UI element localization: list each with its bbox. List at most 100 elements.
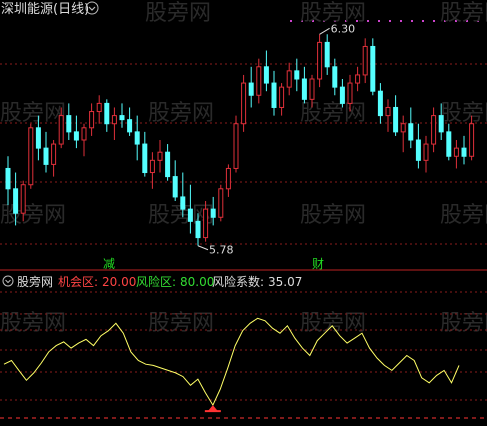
risk-label: 风险区: [136,274,176,289]
top-dot [411,20,413,22]
candle-down [408,123,414,141]
low-annotation: 5.78 [197,244,234,257]
watermark-text: 股旁网 [440,1,487,26]
chart-title: 深圳能源(日线) [1,2,89,17]
top-dot [290,20,292,22]
candle-down [377,90,383,117]
candle-down [263,66,269,84]
candle-up [453,147,459,157]
candle-down [438,115,444,133]
candle-up [400,123,406,133]
risk-coefficient-line [3,317,460,407]
low-price-label: 5.78 [209,244,234,257]
watermark-text: 股旁网 [145,1,211,26]
candle-up [28,127,34,186]
top-dot [367,20,369,22]
candle-down [73,131,79,141]
candle-down [248,82,254,96]
candle-up [233,123,239,169]
watermark-text: 股旁网 [440,311,487,336]
watermark-text: 股旁网 [0,101,66,126]
indicator-grid [0,291,487,419]
candle-up [317,41,323,80]
watermark-text: 股旁网 [440,203,487,228]
candle-down [195,220,201,239]
candle-down [271,82,277,108]
candle-down [370,45,376,92]
candle-up [241,82,247,125]
candle-up [218,188,224,218]
candle-up [431,115,437,145]
candle-down [446,131,452,157]
candle-up [362,45,368,76]
indicator-name: 股旁网 [17,274,53,289]
candle-up [469,123,475,157]
watermark-text: 股旁网 [440,101,487,126]
candle-up [423,143,429,161]
candle-down [127,119,133,133]
candle-down [66,115,72,133]
indicator-chevron-icon[interactable] [2,275,14,287]
candlestick-series [5,34,475,246]
coef-value: 35.07 [268,275,302,289]
candle-up [203,208,209,239]
coef-label: 风险系数: [212,274,264,289]
chart-canvas: 股旁网股旁网股旁网股旁网股旁网股旁网股旁网股旁网股旁网股旁网股旁网股旁网股旁网股… [0,0,487,419]
candle-down [104,102,110,125]
candle-down [180,196,186,210]
candle-down [134,131,140,145]
candle-down [294,70,300,80]
candle-up [157,151,163,161]
candle-down [461,147,467,157]
watermark-text: 股旁网 [148,101,214,126]
top-dot [389,20,391,22]
candle-up [96,102,102,113]
candle-up [51,143,57,165]
candle-down [119,115,125,121]
signal-wealth-label: 财 [312,257,324,271]
candle-up [286,70,292,88]
watermark-text: 股旁网 [0,311,66,336]
top-dot [433,20,435,22]
candle-down [35,127,41,149]
candle-down [165,151,171,178]
candle-down [210,208,216,218]
candle-up [20,184,26,214]
candle-down [332,66,338,88]
indicator-header: 股旁网 机会区: 20.00 风险区: 80.00 风险系数: 35.07 [2,274,302,289]
risk-value: 80.00 [180,275,214,289]
signal-reduce-label: 减 [103,257,115,271]
candle-up [111,115,117,125]
candle-down [13,188,19,214]
candle-down [43,147,49,165]
candle-up [309,78,315,100]
high-arrow-line [319,27,330,35]
candle-up [89,111,95,129]
candle-up [256,66,262,96]
watermark-text: 股旁网 [148,311,214,336]
candle-down [393,106,399,133]
watermark-text: 股旁网 [300,203,366,228]
high-price-label: 6.30 [331,22,356,35]
candle-down [415,139,421,161]
candle-down [324,41,330,68]
candle-up [149,159,155,174]
candle-down [301,78,307,100]
candle-up [58,115,64,145]
candle-up [225,167,231,190]
watermark-text: 股旁网 [300,311,366,336]
top-dot [422,20,424,22]
candle-down [172,176,178,198]
opportunity-label: 机会区: [58,275,98,289]
candle-up [279,86,285,108]
candle-up [355,74,361,84]
candle-up [81,127,87,141]
watermark-text: 股旁网 [0,203,66,228]
main-grid [0,20,487,245]
top-dot [378,20,380,22]
candle-down [187,208,193,222]
candle-down [142,143,148,174]
opportunity-value: 20.00 [102,275,136,289]
buy-signal-marker [204,405,221,413]
candle-up [385,106,391,117]
